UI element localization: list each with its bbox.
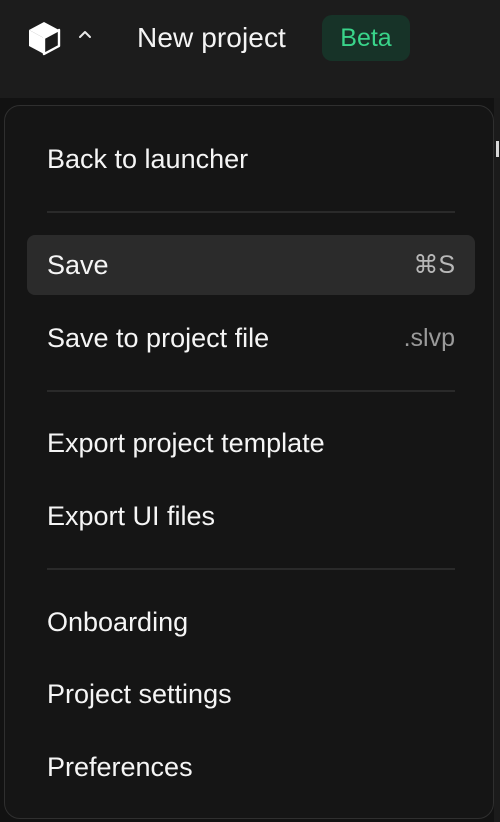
menu-item-export-project-template[interactable]: Export project template [27, 413, 475, 473]
menu-item-label: Export project template [47, 428, 325, 458]
menu-item-label: Project settings [47, 679, 232, 709]
menu-item-save[interactable]: Save ⌘S [27, 235, 475, 295]
menu-item-preferences[interactable]: Preferences [27, 737, 475, 797]
menu-item-onboarding[interactable]: Onboarding [27, 592, 475, 652]
project-menu: Back to launcher Save ⌘S Save to project… [4, 105, 494, 819]
menu-separator [47, 568, 455, 570]
shortcut-label: ⌘S [413, 251, 455, 279]
menu-item-back-to-launcher[interactable]: Back to launcher [27, 129, 475, 189]
beta-badge: Beta [322, 15, 410, 61]
menu-item-label: Preferences [47, 752, 193, 782]
menu-item-project-settings[interactable]: Project settings [27, 664, 475, 724]
chevron-up-icon[interactable] [76, 26, 94, 44]
menu-item-export-ui-files[interactable]: Export UI files [27, 486, 475, 546]
menu-item-label: Onboarding [47, 607, 189, 637]
project-title[interactable]: New project [137, 19, 286, 57]
background-panel-mark [496, 141, 499, 157]
menu-separator [47, 390, 455, 392]
menu-item-label: Save to project file [47, 323, 270, 353]
cube-logo-icon[interactable] [26, 20, 62, 56]
background-panel-edge [494, 98, 500, 822]
menu-item-label: Export UI files [47, 501, 216, 531]
menu-separator [47, 211, 455, 213]
menu-item-label: Back to launcher [47, 144, 249, 174]
menu-item-label: Save [47, 250, 109, 280]
file-extension-label: .slvp [403, 324, 455, 352]
menu-item-save-to-project-file[interactable]: Save to project file .slvp [27, 308, 475, 368]
top-bar: New project Beta [0, 0, 500, 98]
